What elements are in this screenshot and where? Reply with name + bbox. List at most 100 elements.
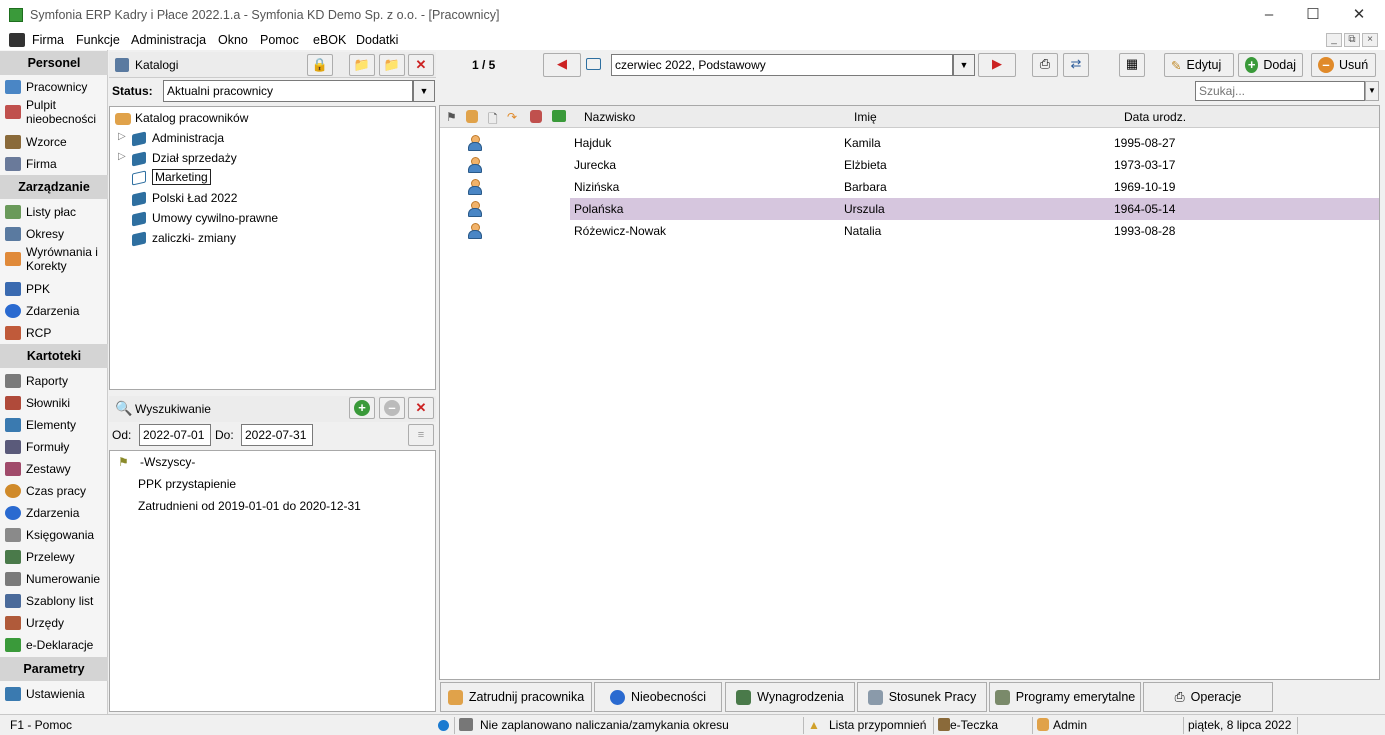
sidebar-item-pracownicy[interactable]: Pracownicy — [0, 80, 108, 94]
export-button[interactable]: ⇄ — [1063, 53, 1089, 77]
sidebar-item-ksiegowania[interactable]: Księgowania — [0, 528, 108, 542]
search-item-ppk[interactable]: PPK przystapienie — [138, 477, 236, 491]
sidebar-item-listy-plac[interactable]: Listy płac — [0, 205, 108, 219]
mdi-minimize-icon[interactable]: _ — [1326, 33, 1342, 47]
date-from-field[interactable]: 2022-07-01 — [139, 424, 211, 446]
next-period-button[interactable]: ▶ — [978, 53, 1016, 77]
status-select[interactable]: Aktualni pracownicy — [163, 80, 413, 102]
sidebar-item-raporty[interactable]: Raporty — [0, 374, 108, 388]
arrow-column-icon[interactable]: ↷ — [507, 110, 517, 124]
person-alert-column-icon[interactable] — [530, 110, 542, 123]
eteczka-link[interactable]: e-Teczka — [950, 718, 998, 732]
add-button[interactable]: + Dodaj — [1238, 53, 1303, 77]
close-icon[interactable]: ✕ — [1349, 6, 1369, 24]
sidebar-item-okresy[interactable]: Okresy — [0, 227, 108, 241]
flag-column-icon[interactable]: ⚑ — [446, 110, 457, 124]
table-row[interactable]: Różewicz-Nowak Natalia 1993-08-28 — [440, 220, 1379, 242]
sidebar-item-czas-pracy[interactable]: Czas pracy — [0, 484, 108, 498]
delete-button[interactable]: – Usuń — [1311, 53, 1376, 77]
chevron-down-icon[interactable]: ▼ — [953, 54, 975, 76]
tree-root[interactable]: Katalog pracowników — [115, 111, 248, 125]
minimize-icon[interactable]: – — [1259, 6, 1279, 24]
chevron-down-icon[interactable]: ▼ — [413, 80, 435, 102]
chevron-down-icon[interactable]: ▼ — [1365, 81, 1379, 101]
tree-item-zaliczki[interactable]: zaliczki- zmiany — [132, 231, 236, 247]
sidebar-item-numerowanie[interactable]: Numerowanie — [0, 572, 108, 586]
edit-folder-button[interactable]: 📁 — [379, 54, 405, 76]
sidebar-item-zdarzenia[interactable]: Zdarzenia — [0, 304, 108, 318]
sidebar-section-kartoteki[interactable]: Kartoteki — [0, 344, 108, 368]
sidebar-item-przelewy[interactable]: Przelewy — [0, 550, 108, 564]
employment-button[interactable]: Stosunek Pracy — [857, 682, 987, 712]
sidebar-item-slowniki[interactable]: Słowniki — [0, 396, 108, 410]
table-row[interactable]: Nizińska Barbara 1969-10-19 — [440, 176, 1379, 198]
sidebar-item-pulpit[interactable]: Pulpit nieobecności — [0, 98, 100, 126]
period-select[interactable]: czerwiec 2022, Podstawowy — [611, 54, 953, 76]
document-column-icon[interactable]: 🗋 — [488, 110, 498, 131]
table-row[interactable]: Hajduk Kamila 1995-08-27 — [440, 132, 1379, 154]
prev-period-button[interactable]: ◀ — [543, 53, 581, 77]
remove-search-button[interactable]: – — [379, 397, 405, 419]
sidebar-section-personel[interactable]: Personel — [0, 51, 108, 75]
sidebar-item-urzedy[interactable]: Urzędy — [0, 616, 108, 630]
reminders-link[interactable]: Lista przypomnień — [829, 718, 926, 732]
pension-button[interactable]: Programy emerytalne — [989, 682, 1141, 712]
sidebar-item-wyrownania[interactable]: Wyrównania i Korekty — [0, 245, 100, 273]
tree-item-umowy[interactable]: Umowy cywilno-prawne — [132, 211, 278, 227]
help-hint[interactable]: F1 - Pomoc — [10, 718, 72, 732]
delete-folder-button[interactable]: ✕ — [408, 54, 434, 76]
table-row-selected[interactable]: Polańska Urszula 1964-05-14 — [440, 198, 1379, 220]
sidebar-item-rcp[interactable]: RCP — [0, 326, 108, 340]
add-search-button[interactable]: + — [349, 397, 375, 419]
hire-employee-button[interactable]: Zatrudnij pracownika — [440, 682, 592, 712]
sidebar-item-firma[interactable]: Firma — [0, 157, 108, 171]
sidebar-item-e-deklaracje[interactable]: e-Deklaracje — [0, 638, 108, 652]
money-column-icon[interactable] — [552, 110, 566, 122]
tree-item-administracja[interactable]: Administracja — [132, 131, 224, 147]
tree-item-marketing[interactable]: Marketing — [132, 169, 211, 186]
sidebar-item-ustawienia[interactable]: Ustawienia — [0, 687, 108, 701]
date-to-field[interactable]: 2022-07-31 — [241, 424, 313, 446]
expand-icon[interactable]: ▷ — [118, 151, 126, 162]
salaries-button[interactable]: Wynagrodzenia — [725, 682, 855, 712]
menu-funkcje[interactable]: Funkcje — [76, 33, 120, 47]
filter-options-button[interactable]: ≡ — [408, 424, 434, 446]
lock-button[interactable]: 🔒 — [307, 54, 333, 76]
col-nazwisko[interactable]: Nazwisko — [584, 110, 635, 124]
tree-item-polski-lad[interactable]: Polski Ład 2022 — [132, 191, 237, 207]
sidebar-item-elementy[interactable]: Elementy — [0, 418, 108, 432]
tree-item-dzial-sprzedazy[interactable]: Dział sprzedaży — [132, 151, 237, 167]
sidebar-item-szablony-list[interactable]: Szablony list — [0, 594, 108, 608]
print-button[interactable]: ⎙ — [1032, 53, 1058, 77]
operations-button[interactable]: ⎙ Operacje — [1143, 682, 1273, 712]
sidebar-item-ppk[interactable]: PPK — [0, 282, 108, 296]
col-imie[interactable]: Imię — [854, 110, 877, 124]
expand-icon[interactable]: ▷ — [118, 131, 126, 142]
sidebar-item-zestawy[interactable]: Zestawy — [0, 462, 108, 476]
columns-button[interactable]: ▦ — [1119, 53, 1145, 77]
add-folder-button[interactable]: 📁 — [349, 54, 375, 76]
menu-firma[interactable]: Firma — [32, 33, 64, 47]
search-item-zatrudnieni[interactable]: Zatrudnieni od 2019-01-01 do 2020-12-31 — [138, 499, 361, 513]
close-search-button[interactable]: ✕ — [408, 397, 434, 419]
sidebar-section-zarzadzanie[interactable]: Zarządzanie — [0, 175, 108, 199]
sidebar-section-parametry[interactable]: Parametry — [0, 657, 108, 681]
person-column-icon[interactable] — [466, 110, 478, 123]
absences-button[interactable]: Nieobecności — [594, 682, 722, 712]
table-row[interactable]: Jurecka Elżbieta 1973-03-17 — [440, 154, 1379, 176]
mdi-restore-icon[interactable]: ⧉ — [1344, 33, 1360, 47]
col-data-urodz[interactable]: Data urodz. — [1124, 110, 1186, 124]
menu-dodatki[interactable]: Dodatki — [356, 33, 398, 47]
search-input[interactable] — [1195, 81, 1365, 101]
menu-pomoc[interactable]: Pomoc — [260, 33, 299, 47]
menu-okno[interactable]: Okno — [218, 33, 248, 47]
sidebar-item-wzorce[interactable]: Wzorce — [0, 135, 108, 149]
edit-button[interactable]: ✎ Edytuj — [1164, 53, 1234, 77]
mdi-close-icon[interactable]: × — [1362, 33, 1378, 47]
maximize-icon[interactable]: ☐ — [1303, 6, 1323, 24]
document-menu-icon[interactable] — [9, 33, 25, 47]
sidebar-item-zdarzenia-kartoteki[interactable]: Zdarzenia — [0, 506, 108, 520]
search-item-all[interactable]: -Wszyscy- — [140, 455, 195, 469]
sidebar-item-formuly[interactable]: Formuły — [0, 440, 108, 454]
menu-ebok[interactable]: eBOK — [313, 33, 346, 47]
